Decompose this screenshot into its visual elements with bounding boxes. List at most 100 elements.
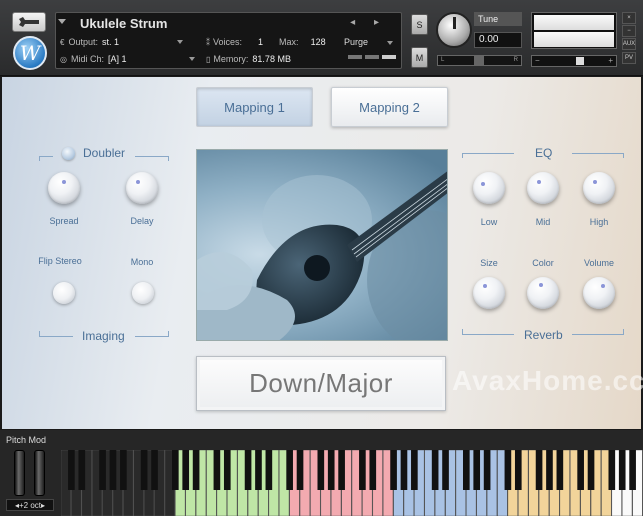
mod-wheel[interactable] — [34, 450, 45, 496]
black-key[interactable] — [244, 450, 252, 490]
close-button[interactable]: × — [622, 12, 636, 24]
instrument-panel: Mapping 1 Mapping 2 Doubler Spread Delay… — [2, 77, 643, 429]
output-icon: € — [60, 37, 65, 47]
octave-label: +2 oct — [18, 500, 41, 510]
octave-shift[interactable]: ◂ +2 oct ▸ — [6, 499, 54, 511]
instrument-menu-icon[interactable] — [58, 19, 66, 24]
black-key[interactable] — [255, 450, 262, 490]
eq-high-knob[interactable] — [583, 172, 615, 204]
output-value: st. 1 — [101, 37, 119, 47]
pan-handle[interactable] — [474, 56, 484, 65]
black-key[interactable] — [442, 450, 449, 490]
midi-row[interactable]: ◎ Midi Ch: [A] 1 — [60, 54, 195, 64]
black-key[interactable] — [483, 450, 491, 490]
knob-pointer — [62, 180, 66, 184]
pv-button[interactable]: PV — [622, 52, 636, 64]
black-key[interactable] — [99, 450, 106, 490]
memory-value: 81.78 MB — [252, 54, 291, 64]
black-key[interactable] — [296, 450, 304, 490]
purge-dropdown-icon[interactable] — [387, 41, 393, 45]
black-key[interactable] — [411, 450, 418, 490]
black-key[interactable] — [265, 450, 273, 490]
black-key[interactable] — [140, 450, 148, 490]
black-key[interactable] — [359, 450, 366, 490]
section-frame — [135, 156, 169, 157]
black-key[interactable] — [338, 450, 345, 490]
black-key[interactable] — [68, 450, 75, 490]
knob-pointer — [537, 180, 541, 184]
eq-high-label: High — [589, 217, 609, 227]
black-key[interactable] — [192, 450, 200, 490]
black-key[interactable] — [400, 450, 408, 490]
doubler-title: Doubler — [83, 146, 126, 160]
black-key[interactable] — [546, 450, 553, 490]
output-row[interactable]: € Output: st. 1 — [60, 37, 183, 47]
pattern-display[interactable]: Down/Major — [196, 356, 446, 411]
black-key[interactable] — [462, 450, 470, 490]
black-key[interactable] — [286, 450, 293, 490]
minimize-button[interactable]: − — [622, 25, 636, 37]
eq-low-knob[interactable] — [473, 172, 505, 204]
mute-button[interactable]: M — [411, 47, 428, 68]
black-key[interactable] — [556, 450, 564, 490]
black-key[interactable] — [618, 450, 626, 490]
black-key[interactable] — [431, 450, 439, 490]
instrument-nav-arrows[interactable]: ◂ ▸ — [350, 17, 387, 28]
spread-knob[interactable] — [48, 172, 80, 204]
delay-knob[interactable] — [126, 172, 158, 204]
black-key[interactable] — [587, 450, 595, 490]
black-key[interactable] — [390, 450, 397, 490]
black-key[interactable] — [577, 450, 584, 490]
black-key[interactable] — [514, 450, 522, 490]
black-key[interactable] — [327, 450, 335, 490]
black-key[interactable] — [608, 450, 616, 490]
tune-knob[interactable] — [436, 12, 472, 48]
knob-pointer — [601, 284, 605, 288]
flip-stereo-toggle[interactable] — [53, 282, 75, 304]
volume-slider[interactable]: − + — [531, 55, 617, 67]
reverb-size-knob[interactable] — [473, 277, 505, 309]
eq-mid-knob[interactable] — [527, 172, 559, 204]
pan-left-label: L — [441, 57, 445, 63]
black-key[interactable] — [504, 450, 512, 490]
purge-menu[interactable]: Purge — [344, 37, 368, 47]
black-key[interactable] — [78, 450, 86, 490]
black-key[interactable] — [317, 450, 325, 490]
piano-keyboard[interactable] — [61, 450, 643, 516]
section-frame — [572, 153, 624, 154]
aux-button[interactable]: AUX — [622, 38, 636, 50]
black-key[interactable] — [473, 450, 481, 490]
mono-toggle[interactable] — [132, 282, 154, 304]
tune-value[interactable]: 0.00 — [474, 32, 522, 48]
pan-slider[interactable]: L R — [437, 55, 522, 66]
settings-button[interactable] — [12, 12, 46, 32]
black-key[interactable] — [369, 450, 377, 490]
black-key[interactable] — [151, 450, 158, 490]
black-key[interactable] — [182, 450, 190, 490]
wrench-icon — [19, 17, 39, 27]
instrument-header: W Ukulele Strum ◂ ▸ € Output: st. 1 ⁑ Vo… — [0, 0, 643, 76]
mapping-2-button[interactable]: Mapping 2 — [331, 87, 448, 127]
eq-mid-label: Mid — [535, 217, 551, 227]
black-key[interactable] — [171, 450, 179, 490]
solo-button[interactable]: S — [411, 14, 428, 35]
doubler-enable-led[interactable] — [62, 147, 75, 160]
black-key[interactable] — [629, 450, 636, 490]
section-frame — [168, 156, 169, 161]
max-voices-value[interactable]: 128 — [311, 37, 326, 47]
volume-handle[interactable] — [576, 57, 584, 65]
mapping-1-button[interactable]: Mapping 1 — [196, 87, 313, 127]
pitch-wheel[interactable] — [14, 450, 25, 496]
level-meters — [531, 12, 617, 49]
reverb-color-knob[interactable] — [527, 277, 559, 309]
voices-value: 1 — [258, 37, 264, 47]
black-key[interactable] — [120, 450, 127, 490]
knob-pointer — [481, 182, 485, 186]
instrument-name[interactable]: Ukulele Strum — [80, 16, 167, 31]
black-key[interactable] — [223, 450, 231, 490]
black-key[interactable] — [213, 450, 221, 490]
reverb-volume-knob[interactable] — [583, 277, 615, 309]
volume-plus-icon: + — [608, 56, 613, 65]
black-key[interactable] — [109, 450, 117, 490]
black-key[interactable] — [535, 450, 543, 490]
